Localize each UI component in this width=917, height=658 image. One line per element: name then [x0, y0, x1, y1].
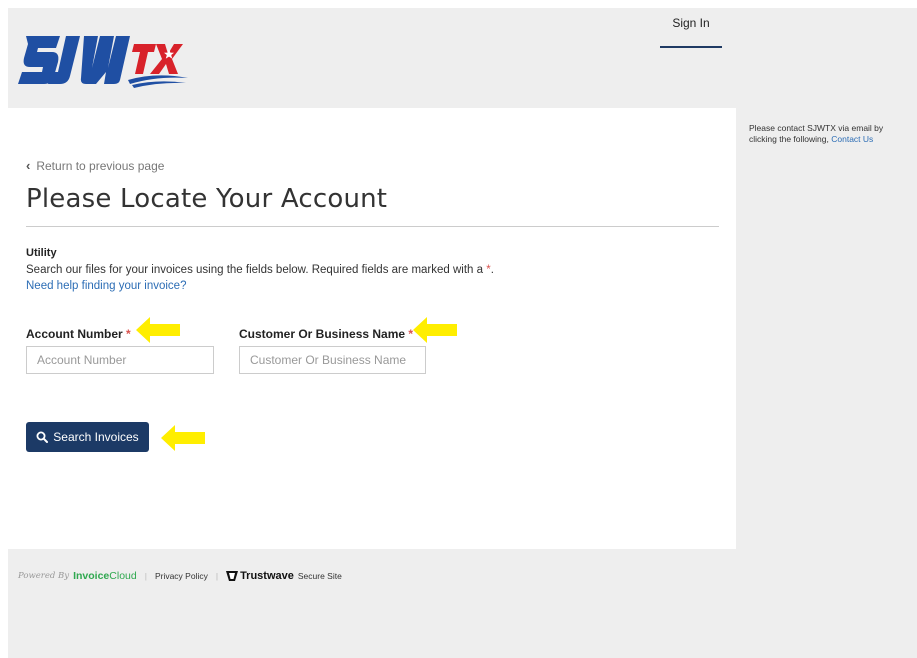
- header: Sign In: [8, 8, 917, 108]
- instructions-text: Search our files for your invoices using…: [26, 264, 494, 276]
- search-invoices-button[interactable]: Search Invoices: [26, 422, 149, 452]
- return-to-previous-link[interactable]: ‹ Return to previous page: [26, 158, 164, 173]
- search-invoices-label: Search Invoices: [53, 430, 139, 444]
- trustwave-logo-text: Trustwave: [240, 570, 294, 582]
- title-divider: [26, 226, 719, 227]
- required-marker: *: [126, 327, 131, 341]
- arrow-left-icon: [136, 317, 180, 343]
- trustwave-logo[interactable]: Trustwave: [226, 570, 294, 582]
- sidebar-contact-note: Please contact SJWTX via email by clicki…: [749, 123, 909, 145]
- arrow-left-icon: [161, 425, 205, 451]
- arrow-left-icon: [413, 317, 457, 343]
- account-number-label: Account Number *: [26, 327, 131, 341]
- contact-us-link[interactable]: Contact Us: [831, 134, 873, 144]
- chevron-left-icon: ‹: [26, 158, 31, 173]
- instructions-end: .: [490, 264, 494, 276]
- page-title: Please Locate Your Account: [26, 184, 388, 214]
- section-label: Utility: [26, 247, 57, 259]
- secure-site-text: Secure Site: [297, 571, 342, 581]
- account-number-label-text: Account Number: [26, 327, 123, 341]
- customer-name-label: Customer Or Business Name *: [239, 327, 413, 341]
- signin-label: Sign In: [672, 16, 710, 30]
- trustwave-icon: [226, 571, 239, 581]
- footer-separator: |: [215, 571, 219, 581]
- signin-link[interactable]: Sign In: [660, 16, 722, 48]
- instructions-body: Search our files for your invoices using…: [26, 264, 484, 276]
- main-panel: ‹ Return to previous page Please Locate …: [8, 108, 736, 549]
- footer-separator: |: [144, 571, 147, 581]
- invoicecloud-logo[interactable]: InvoiceCloud: [73, 570, 137, 582]
- invoicecloud-logo-a: Invoice: [73, 570, 110, 582]
- page-frame: Sign In ‹ Return to previous page Please…: [8, 8, 917, 658]
- sjwtx-logo[interactable]: [16, 18, 196, 90]
- privacy-policy-link[interactable]: Privacy Policy: [155, 571, 208, 581]
- customer-name-input[interactable]: [239, 346, 426, 374]
- invoicecloud-logo-b: Cloud: [109, 570, 137, 582]
- return-label: Return to previous page: [36, 158, 165, 173]
- account-number-input[interactable]: [26, 346, 214, 374]
- footer: Powered By InvoiceCloud | Privacy Policy…: [18, 568, 342, 584]
- powered-by-text: Powered By: [18, 571, 70, 581]
- customer-name-label-text: Customer Or Business Name: [239, 327, 406, 341]
- search-icon: [36, 431, 49, 443]
- help-finding-invoice-link[interactable]: Need help finding your invoice?: [26, 280, 186, 292]
